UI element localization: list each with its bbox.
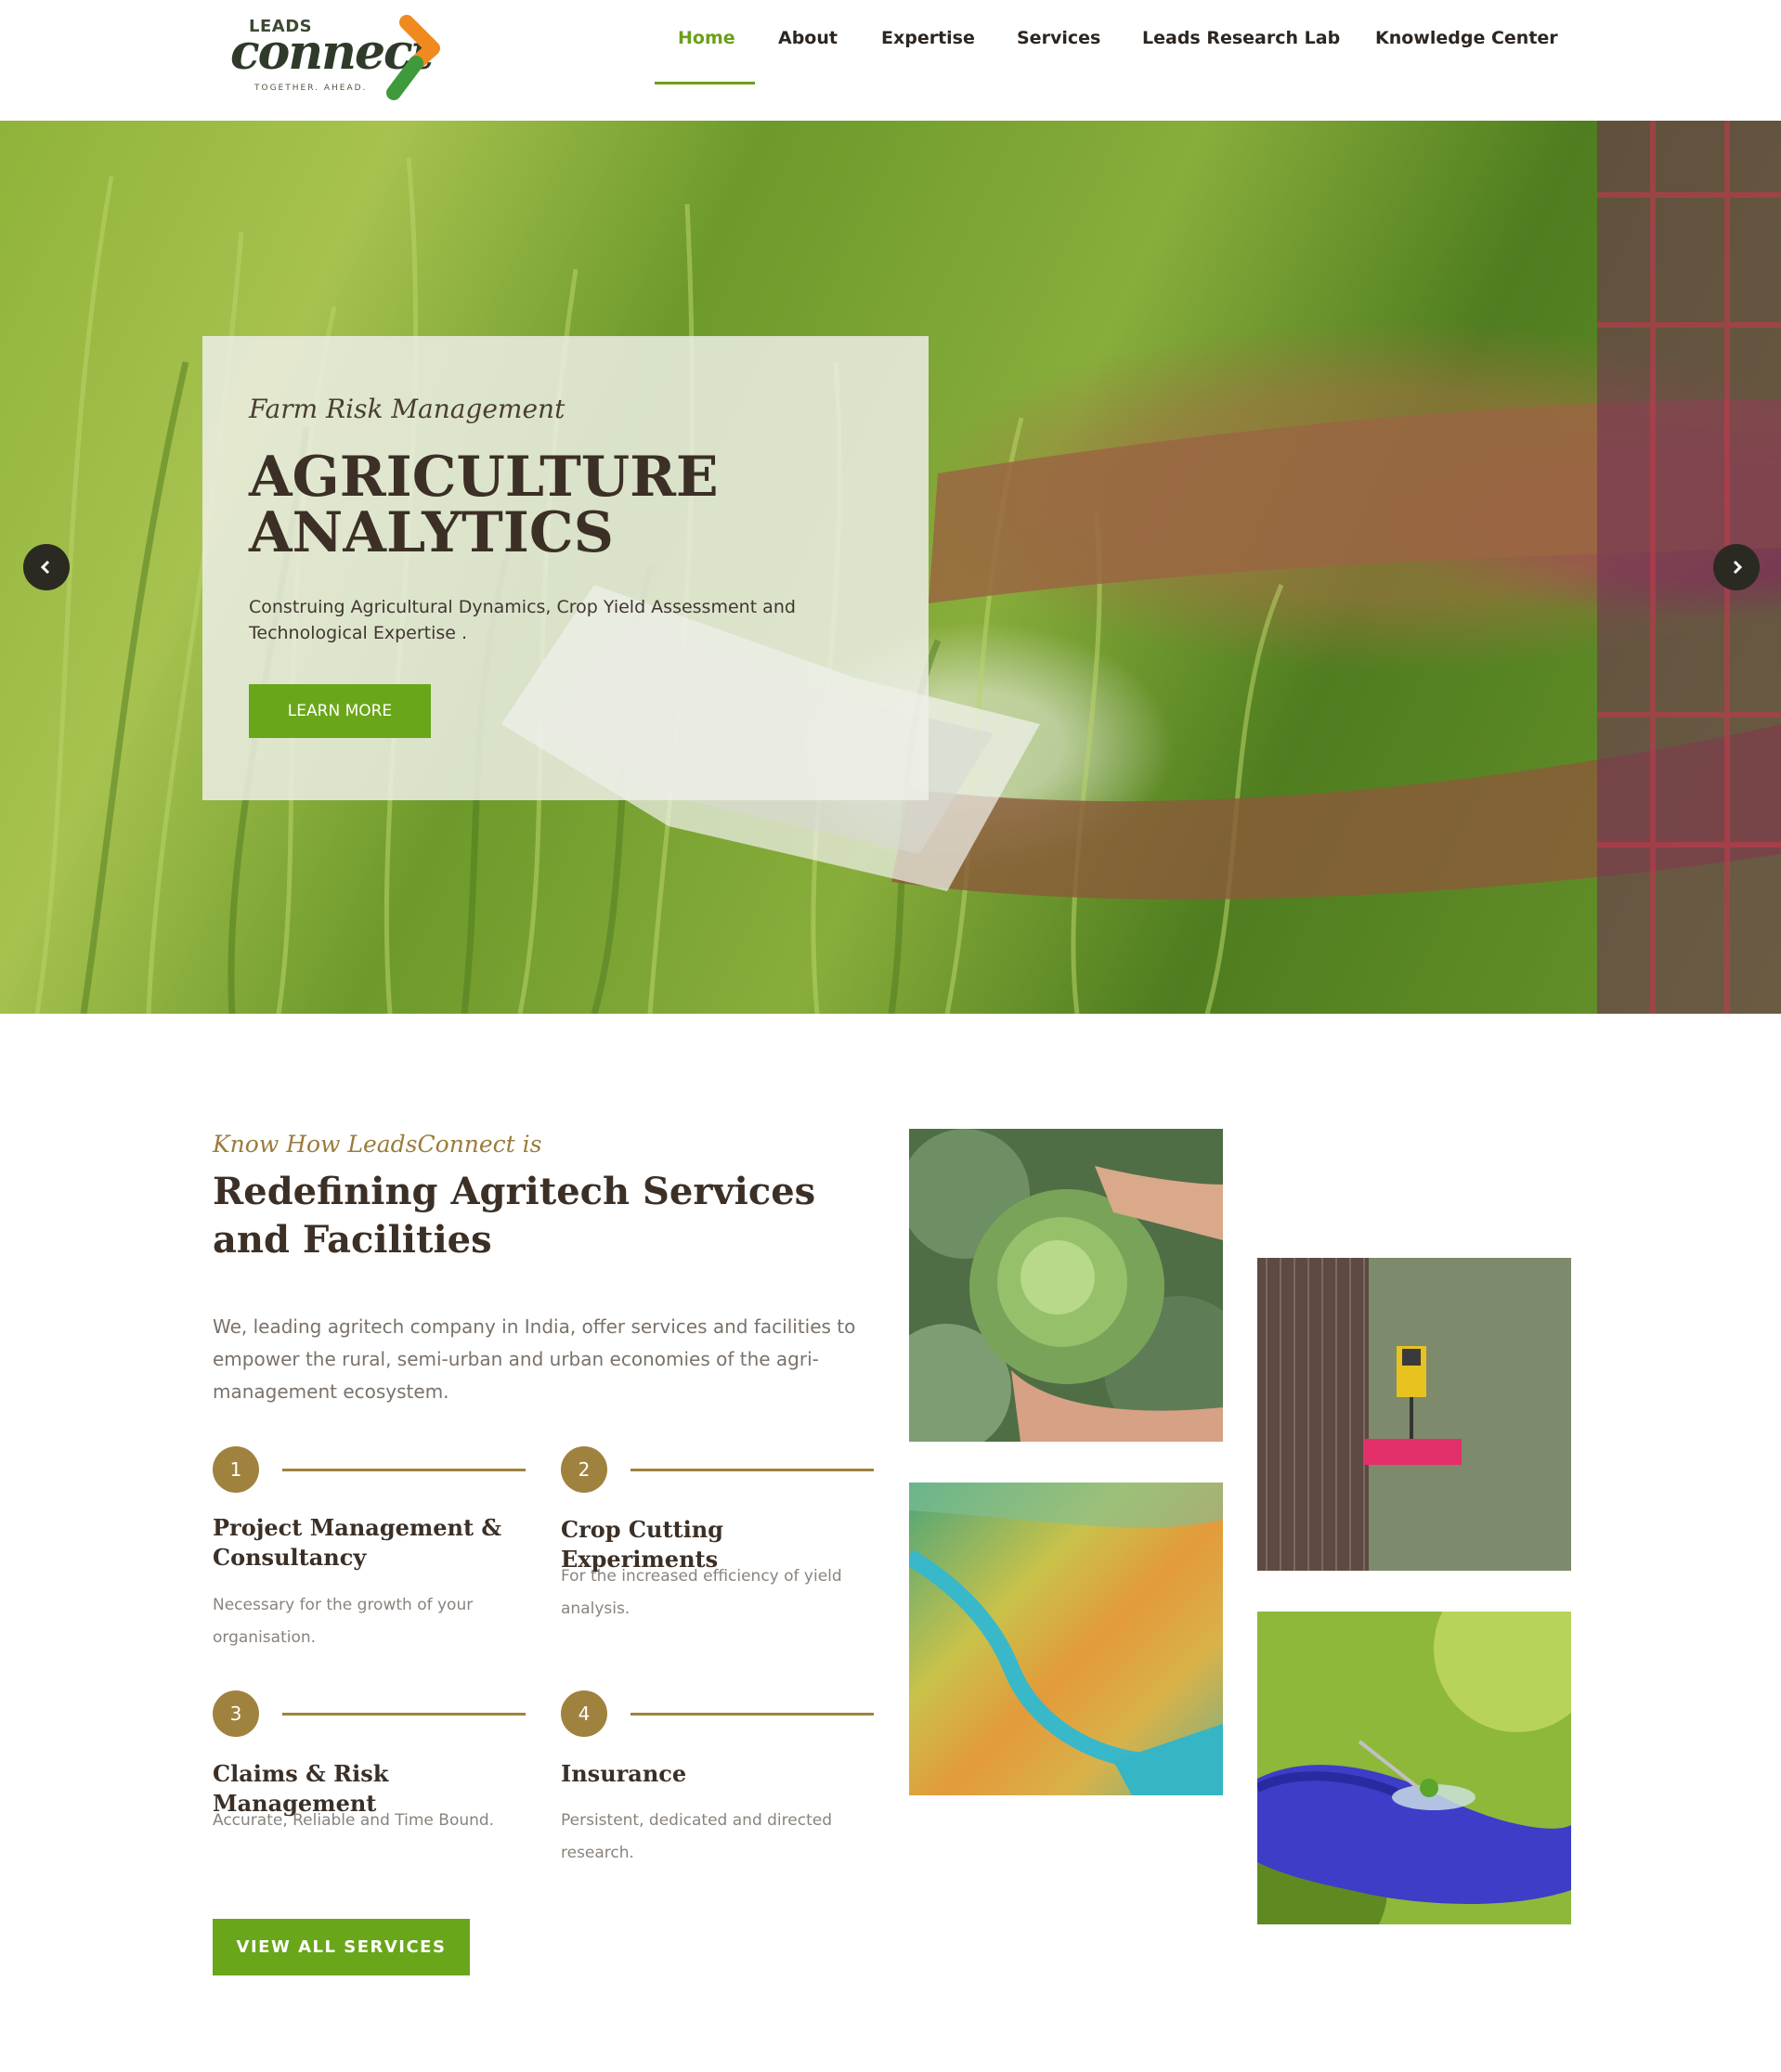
- logo-tagline: TOGETHER. AHEAD.: [254, 84, 368, 93]
- step-description: Accurate, Reliable and Time Bound.: [213, 1811, 495, 1830]
- service-step-4: 4 Insurance Persistent, dedicated and di…: [561, 1690, 895, 1876]
- gloved-hand-seedling-image: [1257, 1612, 1571, 1924]
- service-step-3: 3 Claims & Risk Management Accurate, Rel…: [213, 1690, 547, 1858]
- cabbage-image-art: [909, 1129, 1223, 1442]
- nav-home[interactable]: Home: [678, 28, 735, 85]
- about-title: Redefining Agritech Services and Facilit…: [213, 1170, 816, 1262]
- terrain-heatmap-image: [909, 1483, 1223, 1795]
- site-header: LEADS connect TOGETHER. AHEAD. Home Abou…: [0, 0, 1781, 121]
- nav-expertise[interactable]: Expertise: [881, 28, 975, 85]
- slider-next-button[interactable]: [1713, 544, 1760, 590]
- about-description: We, leading agritech company in India, o…: [213, 1315, 856, 1403]
- tractor-aerial-art: [1257, 1258, 1571, 1571]
- chevron-right-icon: [1733, 560, 1743, 575]
- nav-leads-research-lab[interactable]: Leads Research Lab: [1142, 28, 1340, 85]
- slider-prev-button[interactable]: [23, 544, 70, 590]
- service-step-2: 2 Crop Cutting Experiments For the incre…: [561, 1446, 895, 1660]
- step-number-badge: 2: [561, 1446, 607, 1493]
- tractor-field-image: [1257, 1258, 1571, 1571]
- step-divider: [630, 1713, 874, 1716]
- view-all-services-button[interactable]: VIEW ALL SERVICES: [213, 1919, 470, 1975]
- learn-more-button[interactable]: LEARN MORE: [249, 684, 431, 738]
- step-divider: [282, 1713, 526, 1716]
- nav-about[interactable]: About: [778, 28, 838, 85]
- step-description: Persistent, dedicated and directed resea…: [561, 1811, 832, 1862]
- step-title: Insurance: [561, 1760, 687, 1787]
- step-number-badge: 4: [561, 1690, 607, 1737]
- step-divider: [282, 1469, 526, 1471]
- nav-active-indicator: [655, 82, 755, 84]
- hero-title-line-2: ANALYTICS: [249, 500, 614, 565]
- cabbage-hands-image: [909, 1129, 1223, 1442]
- step-number-badge: 1: [213, 1446, 259, 1493]
- chevron-left-icon: [40, 560, 50, 575]
- step-number-badge: 3: [213, 1690, 259, 1737]
- step-title: Project Management & Consultancy: [213, 1514, 502, 1571]
- about-eyebrow: Know How LeadsConnect is: [213, 1131, 542, 1158]
- hero-caption-card: Farm Risk Management AGRICULTURE ANALYTI…: [202, 336, 929, 800]
- service-step-1: 1 Project Management & Consultancy Neces…: [213, 1446, 547, 1660]
- step-description: Necessary for the growth of your organis…: [213, 1596, 474, 1647]
- nav-services[interactable]: Services: [1017, 28, 1100, 85]
- hero-title-line-1: AGRICULTURE: [249, 445, 719, 510]
- terrain-map-art: [909, 1483, 1223, 1795]
- lab-glove-art: [1257, 1612, 1571, 1924]
- hero-eyebrow: Farm Risk Management: [249, 394, 566, 424]
- nav-knowledge-center[interactable]: Knowledge Center: [1375, 28, 1558, 85]
- step-description: For the increased efficiency of yield an…: [561, 1567, 842, 1618]
- step-divider: [630, 1469, 874, 1471]
- hero-description: Construing Agricultural Dynamics, Crop Y…: [249, 597, 796, 643]
- hero-title: AGRICULTURE ANALYTICS: [249, 449, 843, 561]
- leads-connect-logo[interactable]: LEADS connect TOGETHER. AHEAD.: [230, 15, 444, 104]
- hero-slider: Farm Risk Management AGRICULTURE ANALYTI…: [0, 121, 1781, 1014]
